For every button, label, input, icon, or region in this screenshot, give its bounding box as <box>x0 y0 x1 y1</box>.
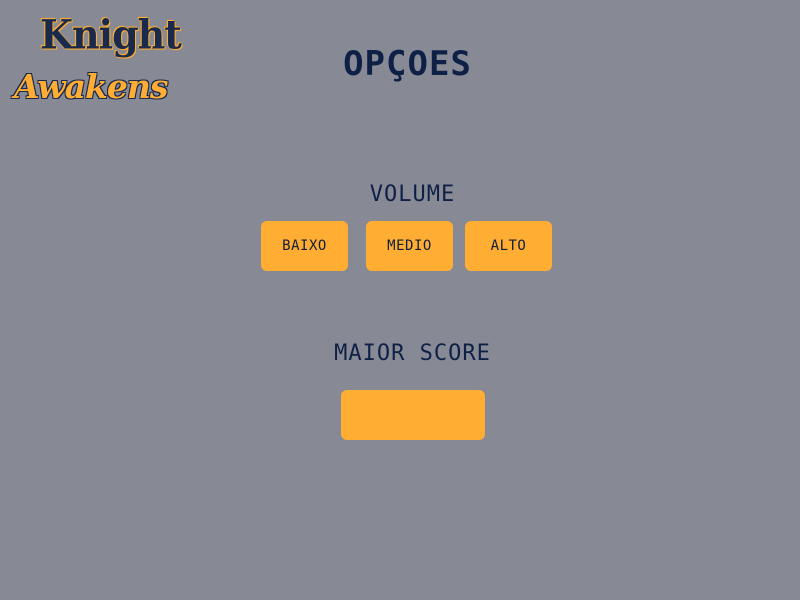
volume-low-button[interactable]: BAIXO <box>261 221 348 271</box>
volume-label: VOLUME <box>369 182 456 207</box>
options-title: OPÇOES <box>343 44 472 84</box>
volume-medium-button[interactable]: MEDIO <box>366 221 453 271</box>
volume-high-button[interactable]: ALTO <box>465 221 552 271</box>
high-score-label: MAIOR SCORE <box>334 341 491 366</box>
high-score-value <box>341 390 485 440</box>
